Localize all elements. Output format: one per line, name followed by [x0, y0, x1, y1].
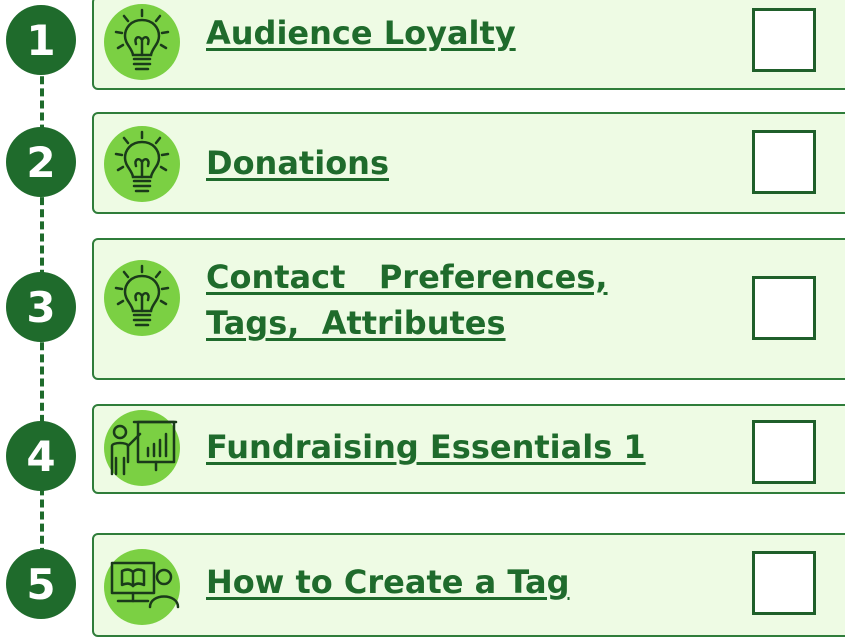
step-title-link[interactable]: Fundraising Essentials 1 [206, 424, 646, 470]
step-title-link[interactable]: Audience Loyalty [206, 10, 516, 56]
step-card-5: How to Create a Tag [92, 533, 845, 637]
completion-checkbox[interactable] [752, 420, 816, 484]
step-card-3: Contact Preferences, Tags, Attributes [92, 238, 845, 380]
step-card-1: Audience Loyalty [92, 0, 845, 90]
step-title-line: Tags, Attributes [206, 304, 506, 343]
step-title-line: Contact Preferences, [206, 258, 608, 296]
step-title-link[interactable]: Contact Preferences, Tags, Attributes [206, 254, 608, 347]
lightbulb-icon [104, 260, 180, 336]
step-badge-4: 4 [6, 421, 76, 491]
step-badge-2: 2 [6, 127, 76, 197]
completion-checkbox[interactable] [752, 276, 816, 340]
completion-checkbox[interactable] [752, 8, 816, 72]
step-badge-1: 1 [6, 5, 76, 75]
completion-checkbox[interactable] [752, 130, 816, 194]
presentation-icon [104, 410, 180, 486]
step-badge-5: 5 [6, 549, 76, 619]
completion-checkbox[interactable] [752, 551, 816, 615]
online-course-icon [104, 549, 180, 625]
step-card-2: Donations [92, 112, 845, 214]
step-title-link[interactable]: Donations [206, 140, 389, 186]
lightbulb-icon [104, 4, 180, 80]
lightbulb-icon [104, 126, 180, 202]
step-badge-3: 3 [6, 272, 76, 342]
step-card-4: Fundraising Essentials 1 [92, 404, 845, 494]
step-title-link[interactable]: How to Create a Tag [206, 559, 570, 605]
